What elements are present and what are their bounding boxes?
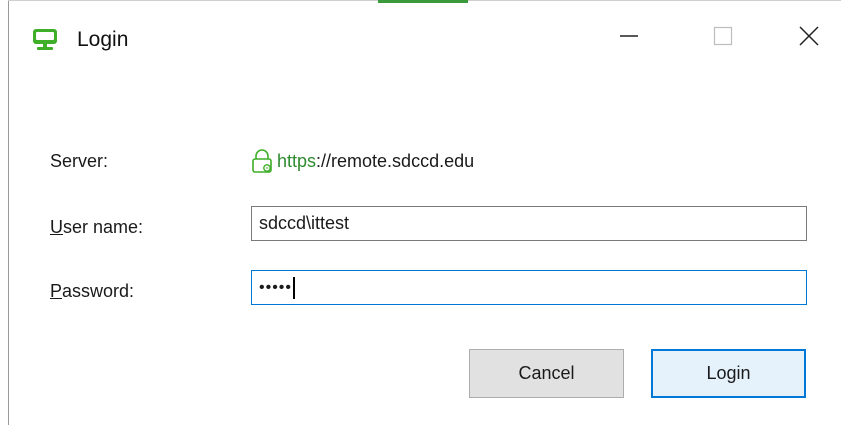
remote-desktop-icon [32,28,58,52]
server-host: ://remote.sdccd.edu [316,150,475,171]
server-scheme: https [277,150,317,171]
lock-icon [251,149,273,173]
text-caret [293,276,296,299]
server-label: Server: [50,151,109,171]
username-label: User name: [50,216,143,238]
password-access-key: P [50,281,63,301]
password-label-text: assword: [62,281,135,301]
maximize-icon [713,26,733,51]
cancel-button[interactable]: Cancel [469,349,624,398]
username-field[interactable]: sdccd\ittest [251,206,807,241]
close-icon [798,25,820,52]
password-mask: ••••• [259,278,293,296]
login-button[interactable]: Login [651,349,806,398]
minimize-icon [619,26,639,51]
title-bar[interactable]: Login [9,1,841,77]
maximize-button[interactable] [697,15,749,61]
server-address: https://remote.sdccd.edu [251,148,474,174]
minimize-button[interactable] [603,15,655,61]
username-value: sdccd\ittest [259,213,350,233]
username-label-text: ser name: [63,217,144,237]
window-title: Login [77,28,129,51]
password-field[interactable]: ••••• [251,270,807,305]
close-button[interactable] [783,15,835,61]
password-label: Password: [50,280,134,302]
username-access-key: U [50,217,63,237]
